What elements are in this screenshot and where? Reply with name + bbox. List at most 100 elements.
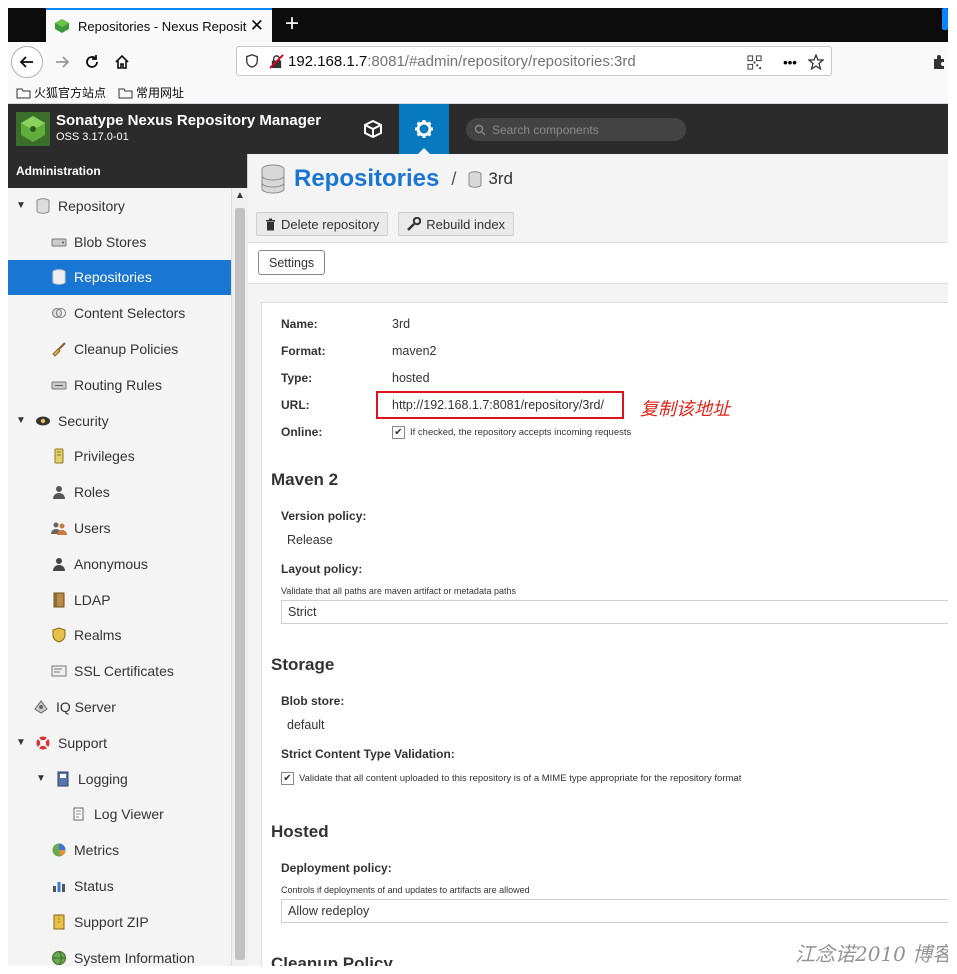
bookmark-common-sites[interactable]: 常用网址 (118, 84, 184, 101)
sidebar-item-label: Support (58, 734, 108, 751)
bookmark-firefox-official[interactable]: 火狐官方站点 (16, 84, 106, 101)
sidebar-item-ldap[interactable]: LDAP (8, 582, 231, 618)
product-version: OSS 3.17.0-01 (56, 131, 129, 143)
sidebar-tree: ▼ Repository Blob Stores Repositories Co… (8, 188, 231, 966)
sidebar-item-logging[interactable]: ▼ Logging (8, 761, 231, 797)
admin-mode-button[interactable] (399, 104, 449, 154)
sidebar-item-repositories[interactable]: Repositories (8, 259, 231, 296)
browser-nav-bar: 192.168.1.7:8081/#admin/repository/repos… (8, 42, 948, 82)
address-bar[interactable]: 192.168.1.7:8081/#admin/repository/repos… (236, 46, 832, 76)
online-label: Online: (281, 425, 323, 439)
iq-server-icon (32, 698, 50, 716)
sidebar-item-label: Status (74, 878, 114, 895)
sidebar-item-support-zip[interactable]: Support ZIP (8, 904, 231, 940)
sidebar-item-iq-server[interactable]: IQ Server (8, 689, 231, 725)
online-row: Online: ✔ If checked, the repository acc… (281, 425, 631, 439)
bookmark-star-icon[interactable] (807, 53, 825, 71)
sidebar-item-label: Security (58, 412, 109, 429)
shield-icon (50, 626, 68, 644)
document-pen-icon (70, 805, 88, 823)
version-policy-label: Version policy: (281, 509, 367, 523)
page-title[interactable]: Repositories (294, 165, 439, 193)
type-row: Type: hosted (281, 371, 430, 385)
reload-icon (86, 55, 98, 68)
online-checkbox[interactable]: ✔ (392, 425, 405, 439)
expand-arrow-icon[interactable]: ▼ (36, 773, 46, 784)
browser-tab[interactable]: Repositories - Nexus Reposit ✕ (46, 8, 272, 42)
content-selector-icon (50, 304, 68, 322)
sidebar-item-routing-rules[interactable]: Routing Rules (8, 367, 231, 403)
forward-button[interactable] (46, 46, 78, 78)
expand-arrow-icon[interactable]: ▼ (16, 200, 26, 211)
search-components[interactable] (466, 118, 686, 141)
expand-arrow-icon[interactable]: ▼ (16, 415, 26, 426)
sidebar-item-realms[interactable]: Realms (8, 618, 231, 654)
insecure-lock-icon (269, 53, 284, 69)
name-row: Name: 3rd (281, 317, 410, 331)
role-user-icon (50, 483, 68, 501)
scrollbar-thumb[interactable] (235, 208, 245, 960)
strict-validation-label: Strict Content Type Validation: (281, 747, 455, 761)
sidebar-item-roles[interactable]: Roles (8, 474, 231, 510)
wrench-icon (407, 217, 422, 231)
sidebar-item-anonymous[interactable]: Anonymous (8, 546, 231, 582)
layout-policy-select[interactable]: Strict (281, 600, 948, 624)
sidebar-item-ssl-certificates[interactable]: SSL Certificates (8, 653, 231, 689)
repo-database-icon (468, 170, 482, 188)
browse-mode-button[interactable] (348, 104, 398, 154)
sidebar-item-privileges[interactable]: Privileges (8, 439, 231, 475)
format-value: maven2 (392, 344, 437, 358)
broom-icon (50, 340, 68, 358)
sidebar-item-system-information[interactable]: System Information (8, 940, 231, 966)
online-help: If checked, the repository accepts incom… (410, 426, 632, 438)
sidebar-item-content-selectors[interactable]: Content Selectors (8, 295, 231, 331)
strict-validation-checkbox[interactable]: ✔ (281, 772, 294, 785)
tab-title: Repositories - Nexus Reposit (78, 18, 247, 34)
logbook-icon (54, 770, 72, 788)
nexus-logo-icon[interactable] (16, 112, 50, 146)
pie-chart-icon (50, 841, 68, 859)
sidebar-item-status[interactable]: Status (8, 868, 231, 904)
main-content: Repositories / 3rd Delete repository Reb… (248, 154, 948, 966)
sidebar-item-repository[interactable]: ▼ Repository (8, 188, 231, 224)
sidebar-item-log-viewer[interactable]: Log Viewer (8, 797, 231, 833)
sidebar-item-cleanup-policies[interactable]: Cleanup Policies (8, 331, 231, 367)
deployment-policy-label: Deployment policy: (281, 861, 392, 875)
expand-arrow-icon[interactable]: ▼ (16, 737, 26, 748)
sidebar-item-label: Roles (74, 484, 110, 501)
sidebar-item-blob-stores[interactable]: Blob Stores (8, 224, 231, 260)
back-button[interactable] (11, 46, 43, 78)
delete-repository-button[interactable]: Delete repository (256, 212, 389, 236)
nexus-favicon-icon (55, 19, 69, 33)
scroll-up-icon[interactable]: ▲ (235, 190, 245, 201)
qr-code-icon[interactable] (745, 53, 763, 71)
bookmark-label: 火狐官方站点 (34, 86, 107, 100)
deployment-policy-select[interactable]: Allow redeploy (281, 899, 948, 923)
rebuild-index-button[interactable]: Rebuild index (398, 212, 515, 236)
tab-close-icon[interactable]: ✕ (250, 16, 264, 36)
reload-button[interactable] (76, 46, 108, 78)
blob-store-value: default (287, 718, 325, 732)
home-button[interactable] (106, 46, 138, 78)
anonymous-user-icon (50, 555, 68, 573)
sidebar-item-label: Repositories (74, 269, 152, 286)
sidebar-item-support[interactable]: ▼ Support (8, 725, 231, 761)
new-tab-button[interactable]: + (278, 11, 306, 39)
gear-icon (415, 120, 433, 138)
sidebar-scrollbar[interactable]: ▲ (231, 188, 248, 966)
settings-tabbar: Settings (248, 242, 948, 284)
breadcrumb-separator: / (451, 168, 457, 189)
sidebar-item-metrics[interactable]: Metrics (8, 832, 231, 868)
layout-policy-help: Validate that all paths are maven artifa… (281, 586, 516, 596)
page-actions-icon[interactable]: ••• (777, 53, 803, 71)
forward-arrow-icon (56, 56, 70, 68)
sidebar-item-label: Blob Stores (74, 233, 147, 250)
sidebar-item-label: Support ZIP (74, 913, 149, 930)
search-input[interactable] (492, 122, 672, 137)
url-host: 192.168.1.7 (288, 52, 368, 70)
sidebar-item-users[interactable]: Users (8, 510, 231, 546)
extensions-icon[interactable] (930, 46, 948, 78)
sidebar-item-label: Realms (74, 627, 122, 644)
tab-settings[interactable]: Settings (258, 250, 326, 275)
sidebar-item-security[interactable]: ▼ Security (8, 403, 231, 439)
